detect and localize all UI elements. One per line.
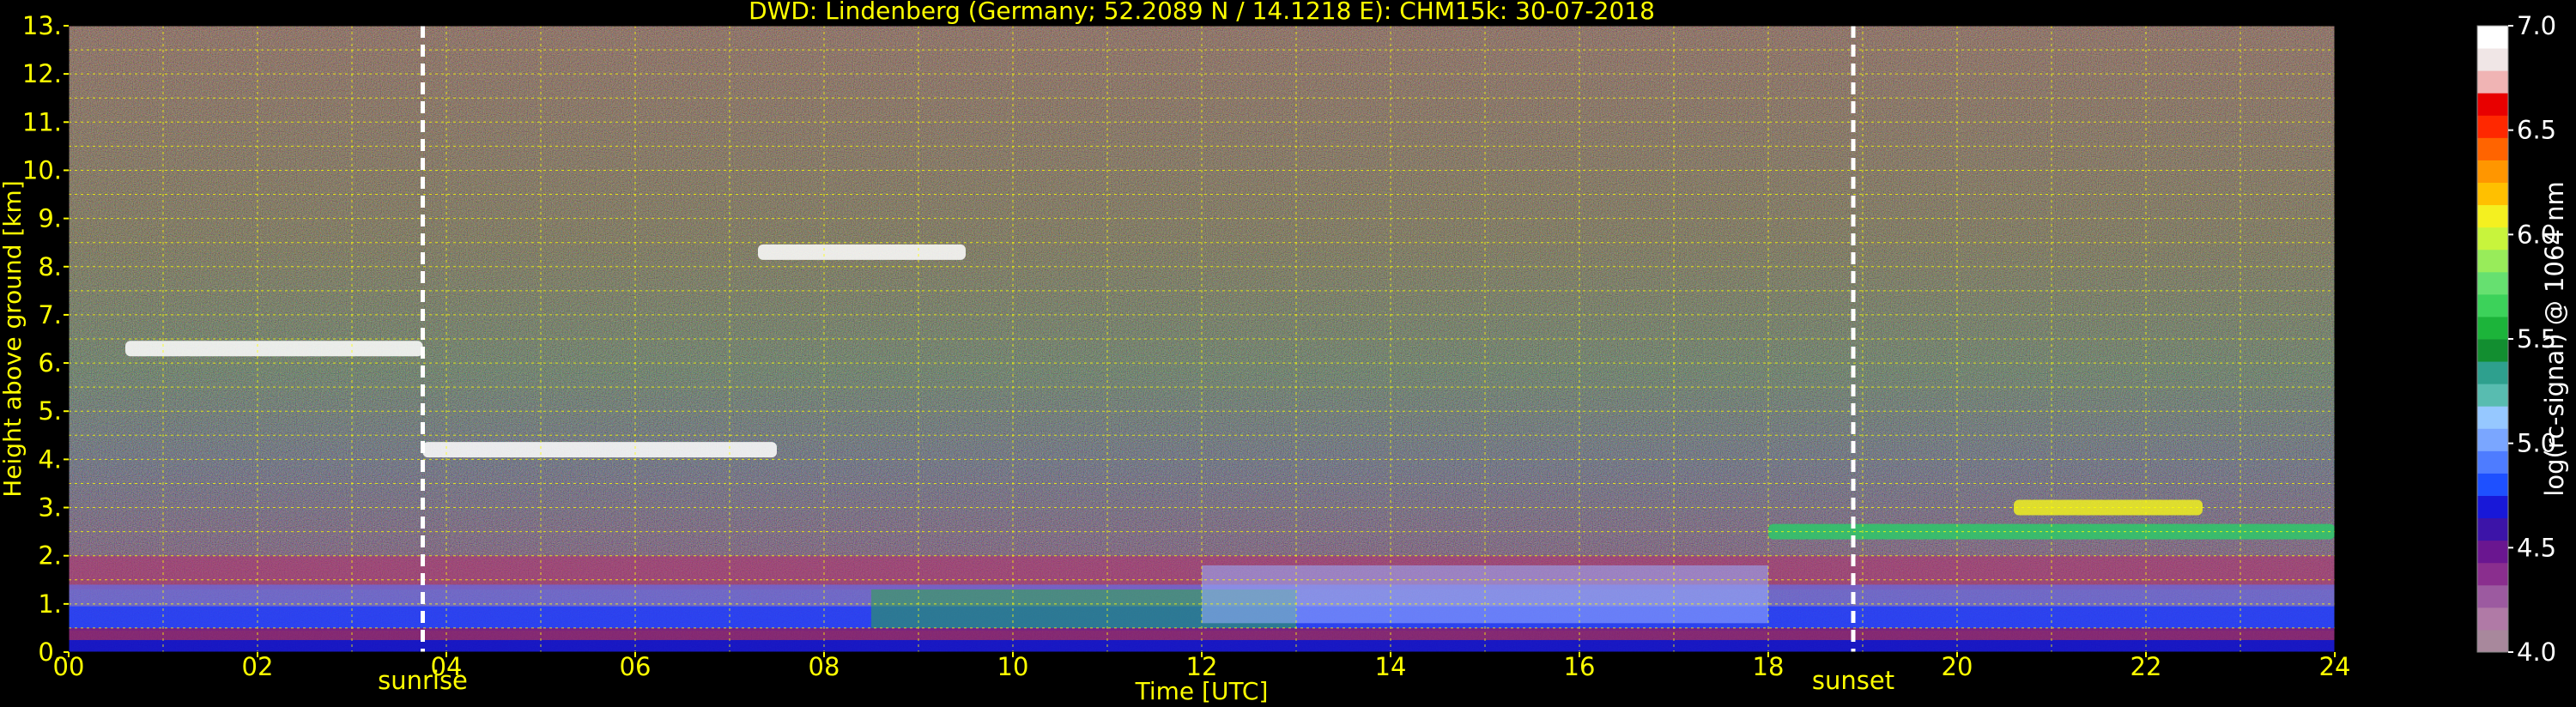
colorbar-segment (2477, 540, 2508, 564)
colorbar-segment (2477, 629, 2508, 653)
colorbar-segment (2477, 93, 2508, 116)
colorbar-segment (2477, 316, 2508, 340)
y-tick-label: 7. (38, 300, 62, 329)
x-tick-label: 22 (2131, 652, 2162, 681)
y-tick-label: 3. (38, 493, 62, 523)
y-axis-label: Height above ground [km] (0, 180, 27, 498)
y-tick-label: 6. (38, 348, 62, 378)
ceilometer-chart: sunrise sunset 00 02 04 06 08 10 12 14 16 18 20 22 24… (0, 0, 2569, 705)
colorbar-segment (2477, 450, 2508, 474)
colorbar-segment (2477, 293, 2508, 317)
x-tick-label: 02 (242, 652, 274, 681)
y-tick-label: 13. (22, 11, 62, 40)
y-tick-label: 8. (38, 252, 62, 281)
x-tick-label: 06 (620, 652, 652, 681)
colorbar-segment (2477, 495, 2508, 519)
colorbar-segment (2477, 48, 2508, 71)
colorbar-segment (2477, 473, 2508, 496)
chart-title: DWD: Lindenberg (Germany; 52.2089 N / 14… (749, 0, 1655, 25)
cloud-feature (2014, 499, 2203, 516)
colorbar-segment (2477, 361, 2508, 384)
colorbar-segment (2477, 584, 2508, 608)
colorbar-segment (2477, 204, 2508, 228)
colorbar-tick-label: 4.0 (2517, 638, 2556, 667)
y-tick-label: 0. (38, 638, 62, 667)
x-tick-label: 24 (2319, 652, 2351, 681)
colorbar-tick-label: 6.5 (2517, 116, 2556, 145)
colorbar-segment (2477, 607, 2508, 631)
y-tick-label: 11. (22, 107, 62, 136)
colorbar-segment (2477, 517, 2508, 541)
y-tick-label: 9. (38, 204, 62, 233)
y-tick-label: 4. (38, 444, 62, 474)
colorbar-segment (2477, 406, 2508, 429)
x-tick-label: 20 (1942, 652, 1973, 681)
colorbar-segment (2477, 182, 2508, 206)
x-tick-label: 08 (809, 652, 840, 681)
colorbar-segment (2477, 428, 2508, 451)
colorbar-tick-label: 4.5 (2517, 533, 2556, 562)
cloud-feature (758, 244, 966, 260)
colorbar-segment (2477, 384, 2508, 407)
cloud-feature (422, 442, 777, 458)
colorbar-segment (2477, 137, 2508, 160)
colorbar-segment (2477, 26, 2508, 49)
colorbar-segment (2477, 70, 2508, 94)
colorbar-segment (2477, 160, 2508, 183)
x-tick-label: 04 (431, 652, 463, 681)
x-tick-label: 16 (1564, 652, 1596, 681)
colorbar-segment (2477, 271, 2508, 295)
y-tick-label: 2. (38, 541, 62, 571)
colorbar-tick-label: 7.0 (2517, 11, 2556, 40)
cloud-feature (125, 341, 423, 357)
colorbar-segment (2477, 227, 2508, 251)
colorbar-segment (2477, 249, 2508, 273)
colorbar-segment (2477, 562, 2508, 586)
y-tick-label: 12. (22, 59, 62, 88)
x-tick-label: 18 (1753, 652, 1785, 681)
x-tick-label: 10 (997, 652, 1029, 681)
x-tick-label: 14 (1375, 652, 1407, 681)
colorbar-label: log(rc-signal) @ 1064 nm (2540, 181, 2569, 496)
sun-marker-label: sunset (1812, 666, 1894, 695)
y-tick-label: 10. (22, 155, 62, 184)
y-tick-label: 5. (38, 396, 62, 426)
colorbar-segment (2477, 339, 2508, 362)
x-axis-label: Time [UTC] (1135, 677, 1269, 705)
colorbar-segment (2477, 115, 2508, 138)
y-tick-label: 1. (38, 589, 62, 619)
